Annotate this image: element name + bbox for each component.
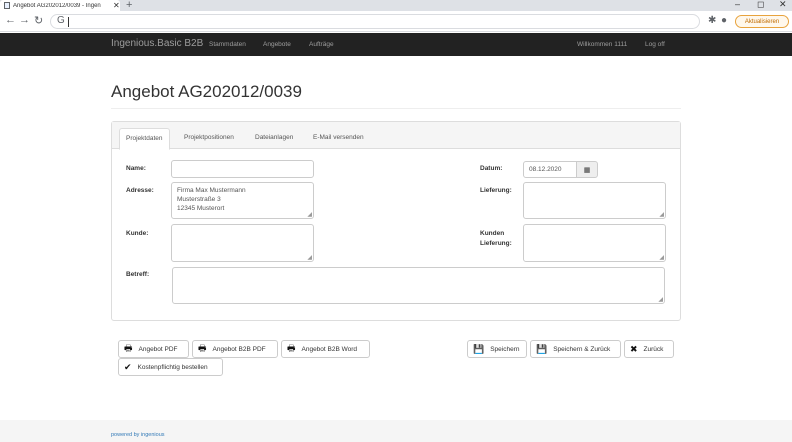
customer-textarea[interactable]: ◢ [171,224,314,262]
address-line: Firma Max Mustermann [177,187,246,194]
tab-dateianlagen[interactable]: Dateianlagen [249,128,299,149]
angebot-pdf-label: Angebot PDF [138,345,178,353]
tab-close-icon[interactable]: ✕ [113,1,120,10]
update-button[interactable]: Aktualisieren [735,15,789,28]
angebot-b2b-pdf-button[interactable]: 🖶 Angebot B2B PDF [192,340,278,358]
printer-icon: 🖶 [124,343,133,353]
tab-email-versenden[interactable]: E-Mail versenden [307,128,370,149]
back-button[interactable]: ✖ Zurück [624,340,674,358]
nav-stammdaten[interactable]: Stammdaten [209,41,246,48]
title-divider [111,108,681,109]
nav-auftraege[interactable]: Aufträge [309,41,334,48]
brand-link[interactable]: Ingenious.Basic B2B [111,38,203,49]
page-icon [4,2,10,9]
address-line: 12345 Musterort [177,205,225,212]
date-picker[interactable]: 08.12.2020 ▦ [523,161,598,178]
maximize-button[interactable]: ◻ [757,0,764,10]
back-arrow-icon[interactable]: ← [5,14,16,26]
resize-handle-icon[interactable]: ◢ [307,255,312,261]
address-bar[interactable]: G [50,14,700,29]
address-label: Adresse: [126,187,154,194]
resize-handle-icon[interactable]: ◢ [658,297,663,303]
address-line: Musterstraße 3 [177,196,221,203]
calendar-icon[interactable]: ▦ [576,161,598,178]
tab-projektdaten[interactable]: Projektdaten [119,128,170,150]
forward-arrow-icon[interactable]: → [19,14,30,26]
delivery-textarea[interactable]: ◢ [523,182,666,219]
tab-title: Angebot AG202012/0039 - Ingen [13,2,101,9]
name-label: Name: [126,165,146,172]
save-label: Speichern [490,345,520,353]
customer-delivery-label-line2: Lieferung: [480,240,512,247]
save-and-back-button[interactable]: 💾 Speichern & Zurück [530,340,621,358]
new-tab-button[interactable]: + [126,0,132,11]
extensions-icon[interactable]: ✱ [708,15,716,26]
google-icon: G [57,15,65,26]
welcome-link[interactable]: Willkommen 1111 [577,41,627,48]
name-input[interactable] [171,160,314,178]
powered-by-link[interactable]: powered by ingenious [111,432,165,438]
browser-tab[interactable]: Angebot AG202012/0039 - Ingen ✕ [0,0,120,11]
text-caret [68,17,69,27]
address-textarea[interactable]: Firma Max Mustermann Musterstraße 3 1234… [171,182,314,219]
customer-label: Kunde: [126,230,149,237]
floppy-disk-icon: 💾 [473,343,485,354]
profile-icon[interactable]: ● [721,15,727,26]
close-window-button[interactable]: ✕ [779,0,787,10]
checkmark-icon: ✔ [124,361,132,372]
printer-icon: 🖶 [198,343,207,353]
date-input[interactable]: 08.12.2020 [523,161,577,178]
floppy-disk-icon: 💾 [536,343,548,354]
app-navbar: Ingenious.Basic B2B Stammdaten Angebote … [0,33,792,56]
order-label: Kostenpflichtig bestellen [137,363,208,371]
angebot-pdf-button[interactable]: 🖶 Angebot PDF [118,340,189,358]
resize-handle-icon[interactable]: ◢ [307,212,312,218]
angebot-b2b-word-label: Angebot B2B Word [301,345,358,353]
footer: powered by ingenious [0,420,792,442]
tab-projektpositionen[interactable]: Projektpositionen [178,128,240,149]
date-label: Datum: [480,165,503,172]
save-button[interactable]: 💾 Speichern [467,340,527,358]
angebot-b2b-word-button[interactable]: 🖶 Angebot B2B Word [281,340,370,358]
delivery-label: Lieferung: [480,187,512,194]
reload-icon[interactable]: ↻ [34,14,43,27]
subject-textarea[interactable]: ◢ [172,267,665,304]
subject-label: Betreff: [126,271,150,278]
customer-delivery-label-line1: Kunden [480,230,505,237]
logout-link[interactable]: Log off [645,41,665,48]
save-and-back-label: Speichern & Zurück [553,345,611,353]
tab-bar: Projektdaten Projektpositionen Dateianla… [112,122,680,150]
update-label: Aktualisieren [744,18,780,25]
resize-handle-icon[interactable]: ◢ [659,255,664,261]
printer-icon: 🖶 [287,343,296,353]
browser-toolbar: ← → ↻ G ✱ ● Aktualisieren [0,11,792,32]
minimize-button[interactable]: – [735,0,740,9]
back-label: Zurück [643,345,664,353]
customer-delivery-textarea[interactable]: ◢ [523,224,666,262]
order-button[interactable]: ✔ Kostenpflichtig bestellen [118,358,223,376]
angebot-b2b-pdf-label: Angebot B2B PDF [212,345,266,353]
nav-angebote[interactable]: Angebote [263,41,291,48]
page-title: Angebot AG202012/0039 [111,82,302,101]
browser-tabstrip: Angebot AG202012/0039 - Ingen ✕ + – ◻ ✕ [0,0,792,11]
close-x-icon: ✖ [630,343,638,354]
resize-handle-icon[interactable]: ◢ [659,212,664,218]
